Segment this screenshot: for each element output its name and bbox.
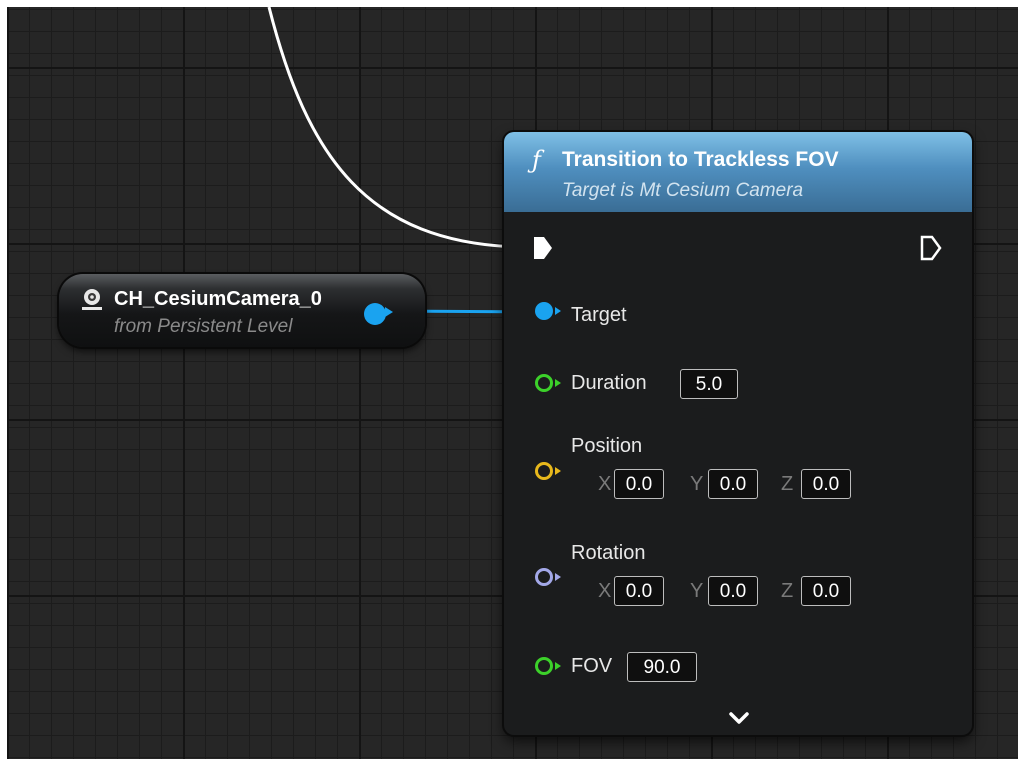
position-z-input[interactable]: 0.0 — [801, 469, 851, 499]
function-node-header[interactable]: ƒ Transition to Trackless FOV Target is … — [504, 132, 972, 212]
blueprint-graph-canvas[interactable]: CH_CesiumCamera_0 from Persistent Level … — [7, 7, 1018, 759]
duration-label: Duration — [571, 372, 647, 394]
rotation-y-axis-label: Y — [690, 580, 704, 602]
position-y-input[interactable]: 0.0 — [708, 469, 758, 499]
rotation-input-pin[interactable] — [534, 566, 564, 588]
position-input-pin[interactable] — [534, 460, 564, 482]
position-x-axis-label: X — [598, 473, 612, 495]
function-node-title: Transition to Trackless FOV — [562, 148, 839, 171]
function-call-node[interactable]: ƒ Transition to Trackless FOV Target is … — [504, 132, 972, 735]
function-node-subtitle: Target is Mt Cesium Camera — [562, 180, 804, 201]
function-icon: ƒ — [532, 146, 541, 174]
fov-input[interactable]: 90.0 — [627, 652, 697, 682]
rotation-z-axis-label: Z — [781, 580, 794, 602]
target-label: Target — [571, 304, 627, 326]
duration-input[interactable]: 5.0 — [680, 369, 738, 399]
rotation-z-input[interactable]: 0.0 — [801, 576, 851, 606]
rotation-x-input[interactable]: 0.0 — [614, 576, 664, 606]
exec-input-pin[interactable] — [532, 235, 554, 261]
rotation-label: Rotation — [571, 542, 646, 564]
position-label: Position — [571, 435, 643, 457]
rotation-y-input[interactable]: 0.0 — [708, 576, 758, 606]
duration-input-pin[interactable] — [534, 372, 564, 394]
position-y-axis-label: Y — [690, 473, 704, 495]
actor-reference-pin-arrow — [385, 307, 393, 317]
fov-label: FOV — [571, 655, 613, 677]
actor-reference-name: CH_CesiumCamera_0 — [114, 288, 322, 310]
actor-reference-source: from Persistent Level — [114, 316, 293, 337]
exec-output-pin[interactable] — [920, 235, 942, 261]
target-input-pin[interactable] — [534, 300, 564, 322]
position-z-axis-label: Z — [781, 473, 794, 495]
chevron-down-icon[interactable] — [728, 710, 750, 726]
rotation-x-axis-label: X — [598, 580, 612, 602]
camera-actor-icon — [82, 289, 102, 310]
exec-wire — [267, 7, 520, 249]
position-x-input[interactable]: 0.0 — [614, 469, 664, 499]
fov-input-pin[interactable] — [534, 655, 564, 677]
actor-reference-output-pin[interactable] — [364, 303, 386, 325]
